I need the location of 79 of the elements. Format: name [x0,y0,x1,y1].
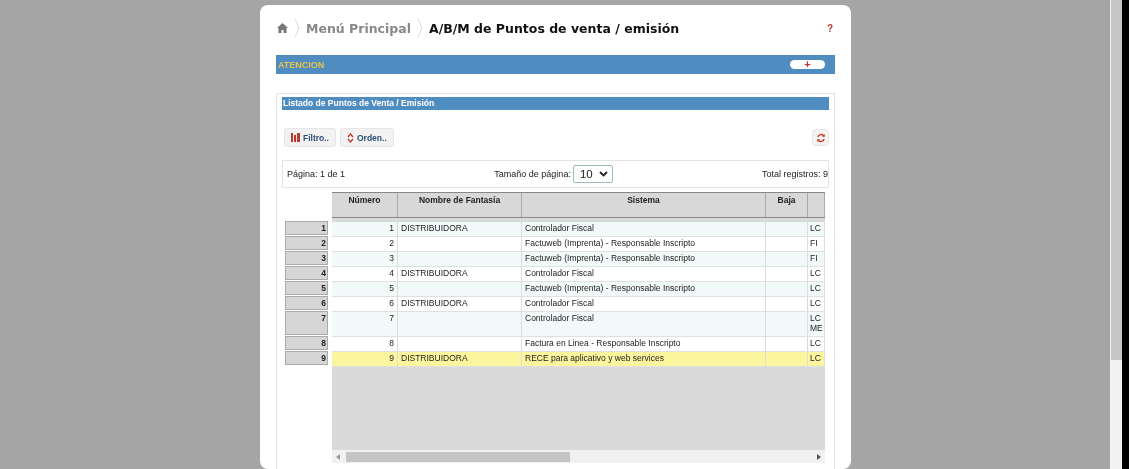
row-number: 1 [285,221,328,235]
total-records: Total registros: 9 [761,169,828,179]
chevron-icon [294,18,300,38]
table-cell: RECE para aplicativo y web services [522,352,766,366]
page-size-label: Tamaño de página: [494,169,571,179]
expand-button[interactable]: + [790,60,825,69]
caret-icon [598,171,608,177]
table-cell: DISTRIBUIDORA [398,352,522,366]
table-row[interactable]: 9 DISTRIBUIDORA RECE para aplicativo y web services LC [332,352,825,367]
filter-button[interactable]: Filtro.. [284,128,336,147]
table-cell: 8 [332,337,398,351]
table-cell: Factura en Linea - Responsable Inscripto [522,337,766,351]
table-row[interactable]: 1 DISTRIBUIDORA Controlador Fiscal LC [332,222,825,237]
refresh-button[interactable] [812,129,829,146]
table-row[interactable]: 8 Factura en Linea - Responsable Inscripto LC [332,337,825,352]
row-number: 7 [285,311,328,335]
column-header: Nombre de Fantasía [398,193,522,217]
horizontal-scrollbar[interactable] [332,450,825,463]
table-cell: LC [808,352,825,366]
row-number: 9 [285,351,328,365]
row-number: 3 [285,251,328,265]
table-cell: LC [808,222,825,236]
sort-button[interactable]: Orden.. [340,128,394,147]
table-cell: DISTRIBUIDORA [398,297,522,311]
row-number: 4 [285,266,328,280]
table-cell: Factuweb (Imprenta) - Responsable Inscripto [522,237,766,251]
table-cell: 2 [332,237,398,251]
table-row[interactable]: 6 DISTRIBUIDORA Controlador Fiscal LC [332,297,825,312]
table-cell: DISTRIBUIDORA [398,267,522,281]
table-cell: 6 [332,297,398,311]
table-cell: LC ME [808,312,825,336]
table-cell: 9 [332,352,398,366]
table-cell: FI [808,252,825,266]
table-row[interactable]: 5 Factuweb (Imprenta) - Responsable Inscripto LC [332,282,825,297]
table-cell: Factuweb (Imprenta) - Responsable Inscripto [522,252,766,266]
table-cell: Controlador Fiscal [522,267,766,281]
table-row[interactable]: 4 DISTRIBUIDORA Controlador Fiscal LC [332,267,825,282]
table-cell: Controlador Fiscal [522,312,766,336]
table-cell: DISTRIBUIDORA [398,222,522,236]
row-number: 5 [285,281,328,295]
breadcrumb-link[interactable]: Menú Principal [306,20,411,36]
row-number: 2 [285,236,328,250]
table-cell: Controlador Fiscal [522,222,766,236]
column-header: Baja [766,193,808,217]
table-row[interactable]: 7 Controlador Fiscal LC ME [332,312,825,337]
page-info: Página: 1 de 1 [287,169,346,179]
table-cell: 4 [332,267,398,281]
table-cell: 5 [332,282,398,296]
scroll-right-icon [817,453,821,460]
scrollbar-thumb[interactable] [1111,0,1122,360]
table-cell: FI [808,237,825,251]
column-header: Número [332,193,398,217]
table-cell: Factuweb (Imprenta) - Responsable Inscripto [522,282,766,296]
table-cell: 3 [332,252,398,266]
notice-title: ATENCION [278,59,325,70]
row-number: 6 [285,296,328,310]
table-cell: LC [808,267,825,281]
page-size-dropdown[interactable]: 10 [572,165,613,183]
table-cell: Controlador Fiscal [522,297,766,311]
table-cell: LC [808,337,825,351]
panel-title: Listado de Puntos de Venta / Emisión [282,97,829,110]
table-row[interactable]: 2 Factuweb (Imprenta) - Responsable Inscripto FI [332,237,825,252]
scroll-left-icon [336,453,340,460]
table-row[interactable]: 3 Factuweb (Imprenta) - Responsable Inscripto FI [332,252,825,267]
table-cell: LC [808,282,825,296]
page-title: A/B/M de Puntos de venta / emisión [428,20,680,36]
sort-icon [347,132,354,143]
filter-icon [291,133,300,142]
home-icon [277,23,288,33]
help-link[interactable]: ? [826,22,833,34]
table-cell: 1 [332,222,398,236]
column-header: Sistema [522,193,766,217]
page-scrollbar[interactable] [1110,0,1122,469]
refresh-icon [815,132,826,143]
table-cell: LC [808,297,825,311]
row-number: 8 [285,336,328,350]
chevron-icon [416,18,423,38]
table-cell: 7 [332,312,398,336]
scrollbar-thumb[interactable] [346,451,570,462]
